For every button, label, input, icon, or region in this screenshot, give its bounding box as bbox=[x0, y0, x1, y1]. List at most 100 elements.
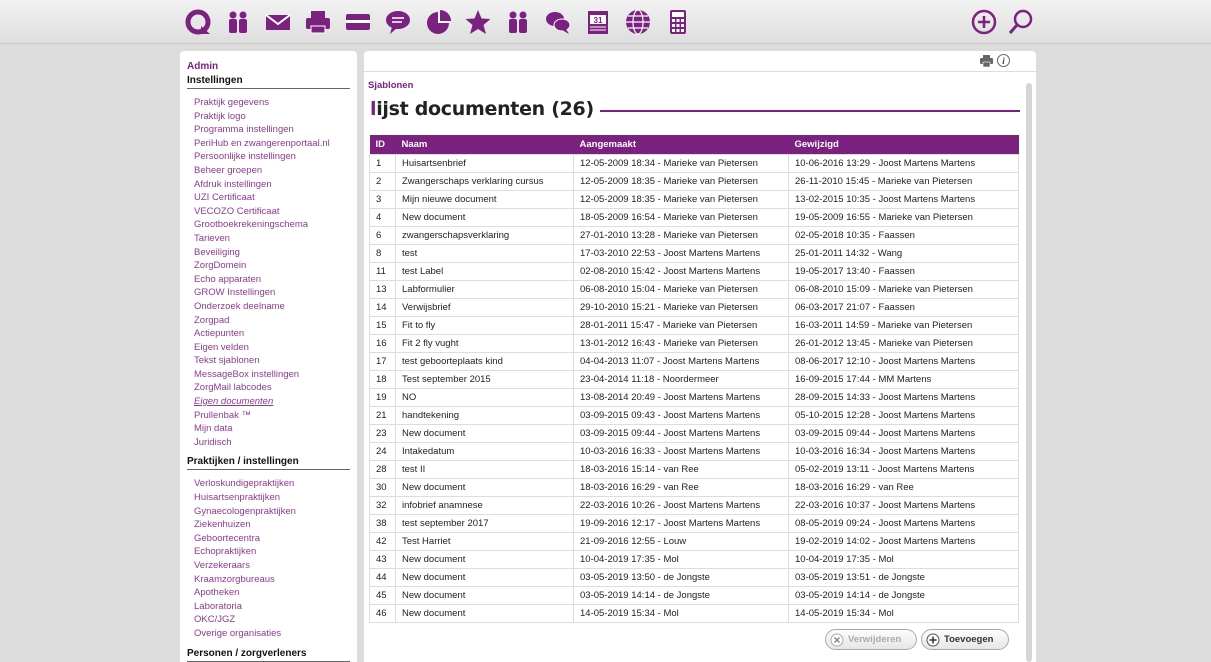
table-row[interactable]: 42 Test Harriet 21-09-2016 12:55 - Louw 19-… bbox=[369, 531, 1019, 551]
sidebar-item[interactable]: UZI Certificaat bbox=[194, 191, 350, 205]
table-row[interactable]: 8 test 17-03-2010 22:53 - Joost Martens Ma… bbox=[369, 243, 1019, 263]
sidebar-item[interactable]: Actiepunten bbox=[194, 327, 350, 341]
table-row[interactable]: 23 New document 03-09-2015 09:44 - Joost M… bbox=[369, 423, 1019, 443]
delete-button[interactable]: Verwijderen bbox=[825, 629, 917, 650]
table-row[interactable]: 38 test september 2017 19-09-2016 12:17 - … bbox=[369, 513, 1019, 533]
cell-modified: 08-06-2017 12:10 - Joost Martens Martens bbox=[788, 351, 1019, 371]
sidebar-item[interactable]: Zorgpad bbox=[194, 314, 350, 328]
sidebar-item[interactable]: Laboratoria bbox=[194, 600, 350, 614]
table-row[interactable]: 14 Verwijsbrief 29-10-2010 15:21 - Marieke… bbox=[369, 297, 1019, 317]
calendar-icon[interactable]: 31 bbox=[583, 7, 613, 37]
table-row[interactable]: 3 Mijn nieuwe document 12-05-2009 18:35 - … bbox=[369, 189, 1019, 209]
sidebar-item[interactable]: Praktijk gegevens bbox=[194, 96, 350, 110]
sidebar-item[interactable]: Eigen velden bbox=[194, 341, 350, 355]
sidebar-item[interactable]: Tekst sjablonen bbox=[194, 354, 350, 368]
sidebar-item[interactable]: Onderzoek deelname bbox=[194, 300, 350, 314]
table-row[interactable]: 19 NO 13-08-2014 20:49 - Joost Martens Mar… bbox=[369, 387, 1019, 407]
sidebar-item[interactable]: Gynaecologenpraktijken bbox=[194, 505, 350, 519]
info-icon[interactable]: i bbox=[997, 54, 1010, 67]
table-row[interactable]: 30 New document 18-03-2016 16:29 - van Ree… bbox=[369, 477, 1019, 497]
sidebar-item[interactable]: Echo apparaten bbox=[194, 273, 350, 287]
add-button-label: Toevoegen bbox=[944, 634, 994, 645]
table-row[interactable]: 28 test II 18-03-2016 15:14 - van Ree 05-02… bbox=[369, 459, 1019, 479]
vertical-scrollbar[interactable] bbox=[1026, 83, 1032, 662]
table-row[interactable]: 21 handtekening 03-09-2015 09:43 - Joost M… bbox=[369, 405, 1019, 425]
main-topbar: i bbox=[364, 51, 1036, 72]
sidebar-item[interactable]: Praktijk logo bbox=[194, 110, 350, 124]
table-row[interactable]: 24 Intakedatum 10-03-2016 16:33 - Joost Ma… bbox=[369, 441, 1019, 461]
pie-chart-icon[interactable] bbox=[423, 7, 453, 37]
sidebar-item[interactable]: VECOZO Certificaat bbox=[194, 205, 350, 219]
sidebar-item[interactable]: Ziekenhuizen bbox=[194, 518, 350, 532]
sidebar-section-settings: Instellingen Praktijk gegevens Praktijk l… bbox=[187, 75, 350, 449]
sidebar-item[interactable]: MessageBox instellingen bbox=[194, 368, 350, 382]
cell-name: zwangerschapsverklaring bbox=[395, 225, 574, 245]
sidebar-item[interactable]: Echopraktijken bbox=[194, 545, 350, 559]
star-icon[interactable] bbox=[463, 7, 493, 37]
sidebar-item[interactable]: PeriHub en zwangerenportaal.nl bbox=[194, 137, 350, 151]
mail-icon[interactable] bbox=[263, 7, 293, 37]
table-row[interactable]: 44 New document 03-05-2019 13:50 - de Jong… bbox=[369, 567, 1019, 587]
table-row[interactable]: 6 zwangerschapsverklaring 27-01-2010 13:28… bbox=[369, 225, 1019, 245]
sidebar-item[interactable]: Programma instellingen bbox=[194, 123, 350, 137]
card-icon[interactable] bbox=[343, 7, 373, 37]
sidebar-item[interactable]: Beheer groepen bbox=[194, 164, 350, 178]
sidebar-item[interactable]: Persoonlijke instellingen bbox=[194, 150, 350, 164]
search-icon[interactable] bbox=[1006, 7, 1036, 37]
column-header-created[interactable]: Aangemaakt bbox=[573, 135, 789, 154]
sidebar-item[interactable]: Juridisch bbox=[194, 436, 350, 450]
cell-created: 13-08-2014 20:49 - Joost Martens Martens bbox=[573, 387, 789, 407]
sidebar-item[interactable]: Tarieven bbox=[194, 232, 350, 246]
breadcrumb[interactable]: Sjablonen bbox=[368, 80, 413, 91]
sidebar-item[interactable]: ZorgMail labcodes bbox=[194, 381, 350, 395]
cell-created: 13-01-2012 16:43 - Marieke van Pietersen bbox=[573, 333, 789, 353]
refresh-icon[interactable] bbox=[183, 7, 213, 37]
table-row[interactable]: 18 Test september 2015 23-04-2014 11:18 - … bbox=[369, 369, 1019, 389]
table-row[interactable]: 11 test Label 02-08-2010 15:42 - Joost Mar… bbox=[369, 261, 1019, 281]
column-header-modified[interactable]: Gewijzigd bbox=[788, 135, 1019, 154]
sidebar-item[interactable]: Verloskundigepraktijken bbox=[194, 477, 350, 491]
sidebar-item[interactable]: Apotheken bbox=[194, 586, 350, 600]
sidebar-item[interactable]: Eigen documenten bbox=[194, 395, 350, 409]
table-row[interactable]: 46 New document 14-05-2019 15:34 - Mol 14-0… bbox=[369, 603, 1019, 623]
chat-bubble-icon[interactable] bbox=[383, 7, 413, 37]
add-button[interactable]: Toevoegen bbox=[921, 629, 1009, 650]
table-row[interactable]: 16 Fit 2 fly vught 13-01-2012 16:43 - Mari… bbox=[369, 333, 1019, 353]
table-row[interactable]: 2 Zwangerschaps verklaring cursus 12-05-20… bbox=[369, 171, 1019, 191]
calculator-icon[interactable] bbox=[663, 7, 693, 37]
sidebar-item[interactable]: GROW Instellingen bbox=[194, 286, 350, 300]
globe-icon[interactable] bbox=[623, 7, 653, 37]
table-row[interactable]: 45 New document 03-05-2019 14:14 - de Jong… bbox=[369, 585, 1019, 605]
table-header-row: ID Naam Aangemaakt Gewijzigd bbox=[369, 135, 1019, 154]
sidebar-item[interactable]: Mijn data bbox=[194, 422, 350, 436]
sidebar-item[interactable]: Kraamzorgbureaus bbox=[194, 573, 350, 587]
sidebar-item[interactable]: Verzekeraars bbox=[194, 559, 350, 573]
table-row[interactable]: 1 Huisartsenbrief 12-05-2009 18:34 - Marie… bbox=[369, 153, 1019, 173]
sidebar-item[interactable]: OKC/JGZ bbox=[194, 613, 350, 627]
column-header-name[interactable]: Naam bbox=[395, 135, 574, 154]
sidebar-item[interactable]: Geboortecentra bbox=[194, 532, 350, 546]
sidebar-item[interactable]: Beveiliging bbox=[194, 246, 350, 260]
table-row[interactable]: 4 New document 18-05-2009 16:54 - Marieke … bbox=[369, 207, 1019, 227]
table-row[interactable]: 15 Fit to fly 28-01-2011 15:47 - Marieke v… bbox=[369, 315, 1019, 335]
people-group-icon[interactable] bbox=[503, 7, 533, 37]
table-row[interactable]: 17 test geboorteplaats kind 04-04-2013 11:… bbox=[369, 351, 1019, 371]
cell-created: 23-04-2014 11:18 - Noordermeer bbox=[573, 369, 789, 389]
printer-icon[interactable] bbox=[303, 7, 333, 37]
cell-name: New document bbox=[395, 207, 574, 227]
conversation-icon[interactable] bbox=[543, 7, 573, 37]
add-circle-icon[interactable] bbox=[969, 7, 999, 37]
sidebar-item[interactable]: Prullenbak ™ bbox=[194, 409, 350, 423]
table-row[interactable]: 32 infobrief anamnese 22-03-2016 10:26 - J… bbox=[369, 495, 1019, 515]
cell-created: 18-05-2009 16:54 - Marieke van Pietersen bbox=[573, 207, 789, 227]
sidebar-item[interactable]: ZorgDomein bbox=[194, 259, 350, 273]
table-row[interactable]: 13 Labformulier 06-08-2010 15:04 - Marieke… bbox=[369, 279, 1019, 299]
print-icon[interactable] bbox=[980, 55, 993, 67]
column-header-id[interactable]: ID bbox=[369, 135, 396, 154]
table-row[interactable]: 43 New document 10-04-2019 17:35 - Mol 10-0… bbox=[369, 549, 1019, 569]
sidebar-item[interactable]: Grootboekrekeningschema bbox=[194, 218, 350, 232]
sidebar-item[interactable]: Huisartsenpraktijken bbox=[194, 491, 350, 505]
sidebar-item[interactable]: Afdruk instellingen bbox=[194, 178, 350, 192]
people-icon[interactable] bbox=[223, 7, 253, 37]
sidebar-item[interactable]: Overige organisaties bbox=[194, 627, 350, 641]
